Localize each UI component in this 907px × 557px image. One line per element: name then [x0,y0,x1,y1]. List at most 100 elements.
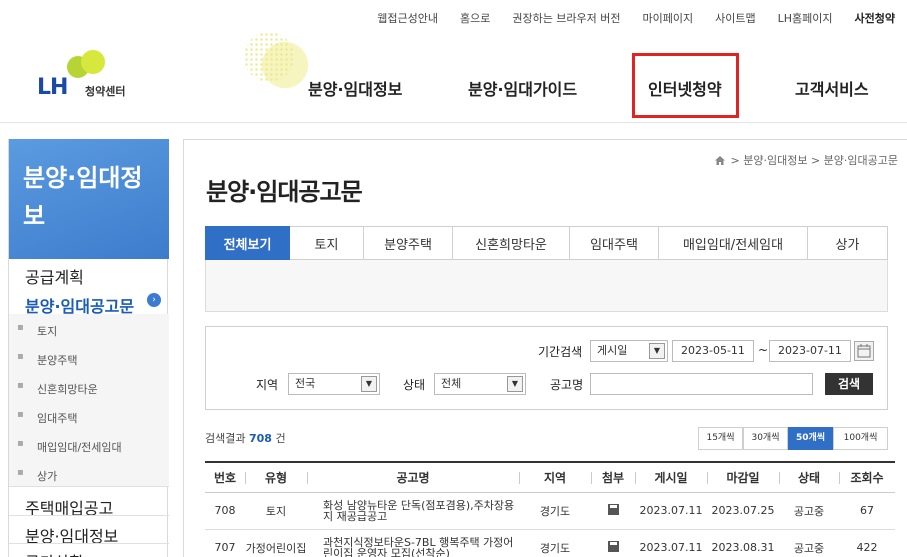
logo-leaf-icon [81,50,105,74]
cell-title-link[interactable]: 과천지식정보타운S-7BL 행복주택 가정어린이집 운영자 모집(선착순) [307,529,519,557]
page: 웹접근성안내 홈으로 권장하는 브라우저 버전 마이페이지 사이트맵 LH홈페이… [0,0,907,557]
bullet-icon: ▪ [17,409,24,420]
status-label: 상태 [403,378,426,392]
per-page-50-button[interactable]: 50개씩 [788,427,833,450]
attachment-icon[interactable] [607,540,619,552]
chevron-down-icon: ▼ [649,343,665,359]
tab-rental-housing[interactable]: 임대주택 [570,226,659,260]
bullet-icon: ▪ [17,351,24,362]
page-title: 분양·임대공고문 [206,178,363,206]
cell-posted: 2023.07.11 [635,529,707,557]
bullet-icon: ▪ [17,322,24,333]
gnb-item-info[interactable]: 분양·임대정보 [308,76,402,100]
per-page-15-button[interactable]: 15개씩 [698,427,743,450]
cell-status: 공고중 [779,529,839,557]
tab-commercial[interactable]: 상가 [808,226,888,260]
divider [9,543,169,544]
table-row[interactable]: 708 토지 화성 남양뉴타운 단독(점포겸용),주차장용지 재공급공고 경기도… [205,492,895,530]
cell-type: 가정어린이집 [245,529,307,557]
chevron-down-icon: ▼ [361,376,377,392]
table-row[interactable]: 707 가정어린이집 과천지식정보타운S-7BL 행복주택 가정어린이집 운영자… [205,529,895,557]
col-header-type[interactable]: 유형 [245,462,307,493]
tab-all[interactable]: 전체보기 [205,226,290,260]
date-to-input[interactable]: 2023-07-11 [769,340,851,362]
cell-posted: 2023.07.11 [635,492,707,530]
tab-land[interactable]: 토지 [290,226,364,260]
util-pre-subscription-link[interactable]: 사전청약 [855,10,895,26]
sidebar-submenu [9,314,169,486]
cell-views: 422 [839,529,895,557]
date-separator: ~ [758,343,769,357]
tab-sale-housing[interactable]: 분양주택 [364,226,453,260]
util-browser-link[interactable]: 권장하는 브라우저 버전 [512,10,620,26]
bullet-icon: ▪ [17,438,24,449]
col-header-posted[interactable]: 게시일 [635,462,707,493]
header-divider [0,122,907,123]
breadcrumb: > 분양·임대정보 > 분양·임대공고문 [715,152,898,168]
search-button[interactable]: 검색 [825,373,873,395]
date-from-input[interactable]: 2023-05-11 [672,340,754,362]
logo-brand: LH [37,75,68,100]
title-label: 공고명 [550,378,584,392]
util-lh-home-link[interactable]: LH홈페이지 [778,10,833,26]
sidebar-subitem-purchase-rental[interactable]: 매입임대/전세임대 [37,439,122,455]
chevron-right-icon: › [147,293,161,307]
col-header-no[interactable]: 번호 [205,462,245,493]
sidebar-title: 분양·임대정보 [23,164,143,230]
tab-newlywed-town[interactable]: 신혼희망타운 [453,226,570,260]
util-home-link[interactable]: 홈으로 [460,10,490,26]
notice-table: 번호 유형 공고명 지역 첨부 게시일 마감일 상태 조회수 708 토지 화성… [205,461,895,557]
period-type-select[interactable]: 게시일 ▼ [590,340,668,362]
util-mypage-link[interactable]: 마이페이지 [643,10,694,26]
breadcrumb-current: 분양·임대공고문 [823,154,898,167]
cell-attachment[interactable] [591,529,635,557]
sidebar-subitem-rental-housing[interactable]: 임대주택 [37,410,77,426]
col-header-status[interactable]: 상태 [779,462,839,493]
sidebar-header: 분양·임대정보 [9,139,169,259]
period-label: 기간검색 [538,345,583,359]
sidebar-subitem-newlywed-town[interactable]: 신혼희망타운 [37,381,98,397]
bullet-icon: ▪ [17,380,24,391]
sidebar: 분양·임대정보 공급계획 분양·임대공고문 › ▪ 토지 ▪ 분양주택 ▪ 신혼… [8,139,169,557]
col-header-deadline[interactable]: 마감일 [707,462,779,493]
sidebar-item-vacancy[interactable]: 공가상황 [25,549,84,557]
col-header-region[interactable]: 지역 [519,462,591,493]
sidebar-subitem-sale-housing[interactable]: 분양주택 [37,352,77,368]
category-tabs: 전체보기 토지 분양주택 신혼희망타운 임대주택 매입임대/전세임대 상가 [205,226,888,260]
table-header-row: 번호 유형 공고명 지역 첨부 게시일 마감일 상태 조회수 [205,462,895,493]
gnb-item-guide[interactable]: 분양·임대가이드 [468,76,577,100]
sidebar-item-supply-plan[interactable]: 공급계획 [25,264,84,288]
cell-type: 토지 [245,492,307,530]
tab-content-area [205,260,888,312]
cell-no: 708 [205,492,245,530]
divider [9,486,169,487]
col-header-attachment[interactable]: 첨부 [591,462,635,493]
gnb-item-customer-service[interactable]: 고객서비스 [795,76,869,100]
sidebar-subitem-commercial[interactable]: 상가 [37,468,57,484]
cell-title-link[interactable]: 화성 남양뉴타운 단독(점포겸용),주차장용지 재공급공고 [307,492,519,530]
breadcrumb-item[interactable]: 분양·임대정보 [743,154,807,167]
col-header-title[interactable]: 공고명 [307,462,519,493]
col-header-views[interactable]: 조회수 [839,462,895,493]
per-page-30-button[interactable]: 30개씩 [743,427,788,450]
tab-purchase-rental[interactable]: 매입임대/전세임대 [659,226,808,260]
region-select[interactable]: 전국 ▼ [288,373,380,395]
util-accessibility-link[interactable]: 웹접근성안내 [377,10,438,26]
status-select[interactable]: 전체 ▼ [434,373,526,395]
cell-attachment[interactable] [591,492,635,530]
bullet-icon: ▪ [17,467,24,478]
title-search-input[interactable] [590,373,813,395]
divider [9,515,169,516]
sidebar-subitem-land[interactable]: 토지 [37,323,57,339]
chevron-down-icon: ▼ [507,376,523,392]
logo-subtitle: 청약센터 [85,85,126,98]
util-sitemap-link[interactable]: 사이트맵 [715,10,755,26]
home-icon[interactable] [715,156,725,165]
logo[interactable]: LH 청약센터 [37,50,147,102]
cell-views: 67 [839,492,895,530]
per-page-100-button[interactable]: 100개씩 [833,427,888,450]
highlight-box [632,53,739,118]
calendar-icon[interactable] [854,341,874,361]
cell-no: 707 [205,529,245,557]
attachment-icon[interactable] [607,503,619,515]
